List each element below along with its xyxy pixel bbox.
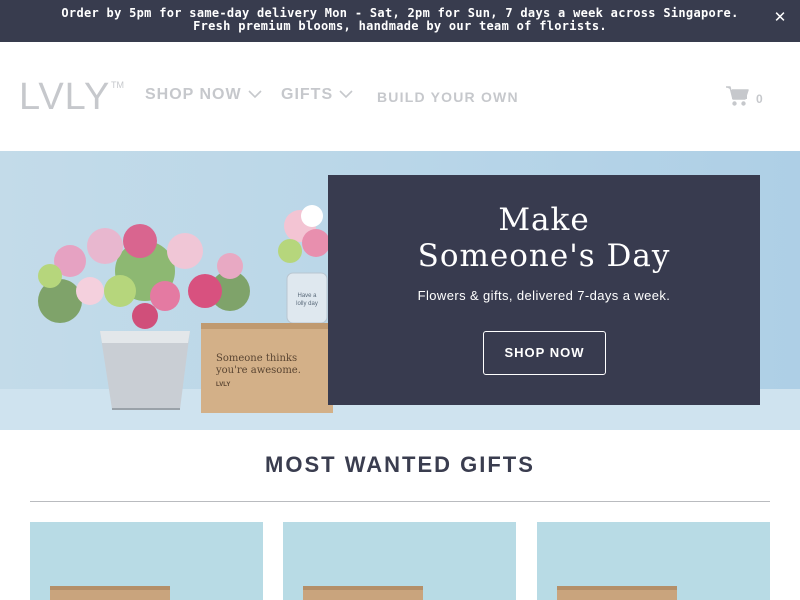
box-text-line-2: you're awesome. bbox=[215, 365, 301, 376]
close-icon[interactable]: ✕ bbox=[772, 9, 788, 25]
nav-shop-now-label: SHOP NOW bbox=[145, 86, 242, 103]
nav-gifts-label: GIFTS bbox=[281, 86, 334, 103]
hero-title-line-1: Make bbox=[498, 202, 590, 238]
cart-button[interactable]: 0 bbox=[725, 85, 763, 112]
announcement-line-2: Fresh premium blooms, handmade by our te… bbox=[193, 19, 607, 33]
chevron-down-icon bbox=[248, 86, 262, 104]
jar-label-line-1: Have a bbox=[297, 293, 317, 299]
product-image-lid bbox=[303, 586, 423, 590]
product-image-lid bbox=[50, 586, 170, 590]
announcement-bar: Order by 5pm for same-day delivery Mon -… bbox=[0, 0, 800, 42]
product-card[interactable] bbox=[283, 522, 516, 600]
section-title: MOST WANTED GIFTS bbox=[265, 452, 535, 477]
product-card[interactable] bbox=[30, 522, 263, 600]
nav-build-your-own[interactable]: BUILD YOUR OWN bbox=[377, 89, 519, 105]
shopping-cart-icon bbox=[725, 85, 749, 112]
hero-banner: Have a lolly day Someone thinks you're a… bbox=[0, 151, 800, 430]
logo-trademark: TM bbox=[111, 80, 124, 90]
logo[interactable]: LVLY bbox=[19, 78, 110, 116]
chevron-down-icon bbox=[339, 86, 353, 104]
hero-title-line-2: Someone's Day bbox=[417, 238, 671, 274]
shop-now-button[interactable]: SHOP NOW bbox=[483, 331, 606, 375]
site-header: LVLY TM SHOP NOW GIFTS BUILD YOUR OWN 0 bbox=[0, 42, 800, 151]
product-image-lid bbox=[557, 586, 677, 590]
hero-panel: Make Someone's Day Flowers & gifts, deli… bbox=[328, 175, 760, 405]
box-text-line-1: Someone thinks bbox=[216, 353, 297, 364]
box-brand: LVLY bbox=[216, 382, 230, 388]
cart-count: 0 bbox=[756, 91, 763, 106]
nav-gifts[interactable]: GIFTS bbox=[281, 86, 353, 104]
nav-shop-now[interactable]: SHOP NOW bbox=[145, 86, 262, 104]
jar-label-line-2: lolly day bbox=[296, 301, 318, 307]
hero-title: Make Someone's Day bbox=[328, 202, 760, 274]
announcement-text: Order by 5pm for same-day delivery Mon -… bbox=[40, 7, 760, 33]
product-card[interactable] bbox=[537, 522, 770, 600]
divider bbox=[30, 501, 770, 502]
hero-subtitle: Flowers & gifts, delivered 7-days a week… bbox=[417, 288, 671, 303]
